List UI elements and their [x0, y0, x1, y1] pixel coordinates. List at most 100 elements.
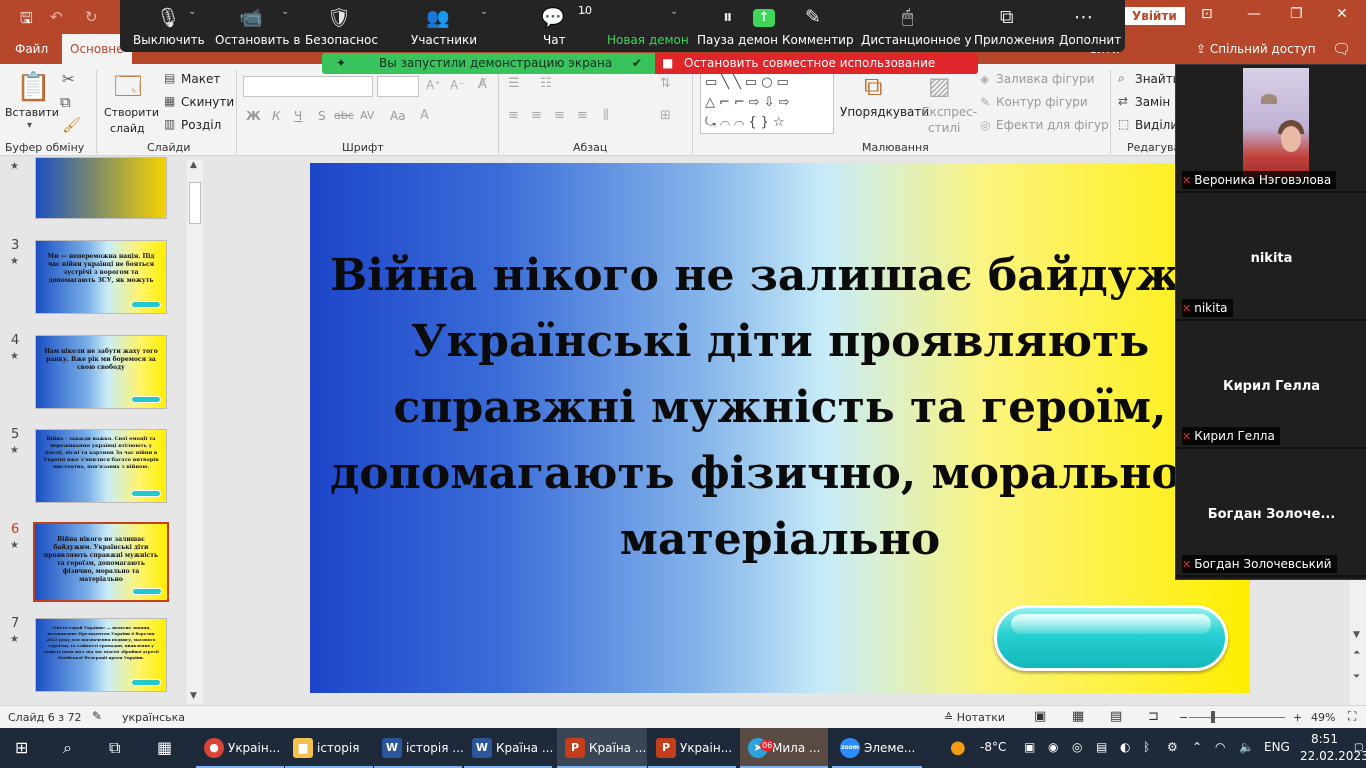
weather-icon[interactable]: ● [950, 737, 966, 758]
tray-app-icon[interactable]: ⚙ [1167, 740, 1178, 754]
restore-icon[interactable]: ❐ [1290, 6, 1303, 22]
zoom-out-icon[interactable]: − [1179, 711, 1188, 724]
font-color-icon[interactable]: A [420, 108, 429, 123]
annotate-button[interactable]: Комментир [782, 33, 854, 47]
shield-icon[interactable]: 🛡 [327, 6, 351, 29]
shrink-font-icon[interactable]: A⁻ [450, 78, 465, 92]
taskbar-app[interactable]: ● Украін... [196, 728, 284, 768]
slide-thumbnail[interactable]: Ми — непереможна нація. Під час війни ук… [35, 240, 167, 314]
video-camera-icon[interactable]: 📹 [239, 6, 263, 29]
pause-icon[interactable]: ⏸ [723, 6, 733, 28]
pause-share-button[interactable]: Пауза демон [697, 33, 778, 47]
next-slide-icon[interactable]: ⏷ [1353, 672, 1360, 682]
zoom-slider-handle[interactable] [1211, 711, 1215, 723]
paste-button[interactable]: Вставити [5, 106, 59, 119]
tab-file[interactable]: Файл [15, 42, 48, 56]
weather-temperature[interactable]: -8°C [980, 740, 1006, 754]
shape-fill-button[interactable]: Заливка фігури [996, 72, 1094, 86]
quick-styles-icon[interactable]: ▨ [928, 72, 951, 100]
spellcheck-icon[interactable]: ✎ [92, 709, 102, 723]
slide-thumbnail[interactable]: Нам ніколи не забути жаху того ранку. Вж… [35, 335, 167, 409]
participants-options-icon[interactable]: ⌄ [480, 6, 488, 17]
tray-app-icon[interactable]: ◉ [1048, 740, 1058, 754]
microphone-options-icon[interactable]: ⌄ [188, 6, 196, 17]
windows-start-icon[interactable]: ⊞ [15, 738, 28, 757]
arrange-icon[interactable]: ⧉ [864, 72, 883, 103]
columns-icon[interactable]: ⫼ [603, 108, 609, 123]
wifi-icon[interactable]: ◠ [1215, 740, 1225, 754]
tray-zoom-icon[interactable]: ◎ [1072, 740, 1082, 754]
zoom-slider[interactable] [1189, 717, 1285, 718]
layout-button[interactable]: Макет [181, 72, 220, 86]
video-options-icon[interactable]: ⌄ [281, 6, 289, 17]
numbering-icon[interactable]: ☷ [540, 76, 552, 91]
current-slide[interactable]: Війна нікого не залишає байдужим. Україн… [310, 163, 1250, 693]
slide-thumbnail[interactable]: Війна - завжди важко. Свої емоції та пер… [35, 429, 167, 503]
tray-app-icon[interactable]: ▣ [1024, 740, 1035, 754]
mouse-icon[interactable]: 🖱 [902, 6, 913, 28]
shapes-gallery[interactable]: ▭╲╲▭○▭ △⌐⌐⇨⇩⇨ ⤿⌒⌒{}☆ [700, 72, 834, 134]
scroll-down-icon[interactable]: ▼ [190, 691, 197, 701]
quick-styles-label-2[interactable]: стилі [928, 121, 960, 135]
taskbar-app-active[interactable]: P Країна ... [557, 728, 647, 768]
share-button[interactable]: ⇪ Спільний доступ [1196, 42, 1316, 56]
security-button[interactable]: Безопаснос [305, 33, 378, 47]
reading-view-icon[interactable]: ▤ [1110, 709, 1122, 724]
close-icon[interactable]: ✕ [1336, 6, 1348, 22]
share-options-icon[interactable]: ⌄ [670, 6, 678, 17]
copy-icon[interactable]: ⧉ [60, 93, 71, 111]
bluetooth-icon[interactable]: ᛒ [1143, 740, 1150, 754]
more-button[interactable]: Дополнит [1059, 33, 1121, 47]
task-view-icon[interactable]: ⧉ [109, 738, 120, 758]
align-right-icon[interactable]: ≡ [554, 108, 565, 123]
new-slide-label-1[interactable]: Створити [104, 106, 159, 119]
replace-button[interactable]: Замін [1135, 95, 1170, 109]
cut-icon[interactable]: ✂ [62, 70, 75, 88]
notifications-icon[interactable]: ▢ [1354, 742, 1363, 753]
taskbar-app[interactable]: W Країна ... [464, 728, 553, 768]
thumbnails-scrollbar-thumb[interactable] [189, 182, 201, 224]
paste-caret-icon[interactable]: ▾ [27, 120, 32, 131]
thumbnails-scrollbar[interactable] [187, 160, 203, 704]
underline-button[interactable]: Ч [294, 109, 302, 123]
scroll-up-icon[interactable]: ▲ [190, 160, 197, 170]
zoom-percent[interactable]: 49% [1311, 711, 1335, 724]
align-left-icon[interactable]: ≡ [508, 108, 519, 123]
share-screen-icon[interactable]: ↑ [753, 9, 775, 27]
ribbon-display-icon[interactable]: ⊡ [1201, 6, 1213, 22]
participant-tile[interactable]: Богдан Золоче... ✕ Богдан Золочевський [1176, 449, 1366, 577]
new-share-button[interactable]: Новая демон [607, 33, 689, 47]
minimize-icon[interactable]: — [1247, 6, 1261, 22]
comments-icon[interactable]: 🗨 [1332, 40, 1351, 58]
notes-button[interactable]: ≙ Нотатки [944, 711, 1005, 724]
taskbar-app[interactable]: zoom Элеме... [832, 728, 922, 768]
chat-button[interactable]: Чат [543, 33, 566, 47]
slideshow-icon[interactable]: ⊐ [1148, 709, 1159, 724]
format-painter-icon[interactable]: 🖌 [62, 116, 81, 134]
pin-icon[interactable]: ✦ [336, 56, 346, 70]
participants-icon[interactable]: 👥 [426, 6, 450, 29]
paste-icon[interactable]: 📋 [16, 70, 51, 103]
tray-app-icon[interactable]: ▤ [1096, 740, 1107, 754]
sign-in-button[interactable]: Увійти [1124, 7, 1185, 25]
strike-button[interactable]: abc [334, 109, 354, 122]
language-indicator[interactable]: українська [122, 711, 185, 724]
grow-font-icon[interactable]: A⁺ [426, 78, 441, 92]
taskbar-app[interactable]: ▆ історія [285, 728, 373, 768]
zoom-in-icon[interactable]: + [1293, 711, 1302, 724]
search-icon[interactable]: ⌕ [63, 738, 72, 758]
stop-video-button[interactable]: Остановить в [215, 33, 300, 47]
participants-button[interactable]: Участники [411, 33, 477, 47]
tray-app-icon[interactable]: ◐ [1120, 740, 1130, 754]
section-button[interactable]: Розділ [181, 118, 221, 132]
chat-options-icon[interactable]: ⌄ [580, 6, 588, 17]
reset-button[interactable]: Скинути [181, 95, 234, 109]
char-spacing-button[interactable]: AV [360, 109, 374, 122]
apps-button[interactable]: Приложения [974, 33, 1055, 47]
bullets-icon[interactable]: ☰ [508, 76, 520, 91]
slide-thumbnail-2[interactable] [35, 157, 167, 219]
change-case-button[interactable]: Aa [390, 109, 406, 123]
undo-icon[interactable]: ↶ [50, 8, 63, 26]
find-button[interactable]: Знайти [1135, 72, 1180, 86]
taskbar-app[interactable]: W історія ... [374, 728, 464, 768]
